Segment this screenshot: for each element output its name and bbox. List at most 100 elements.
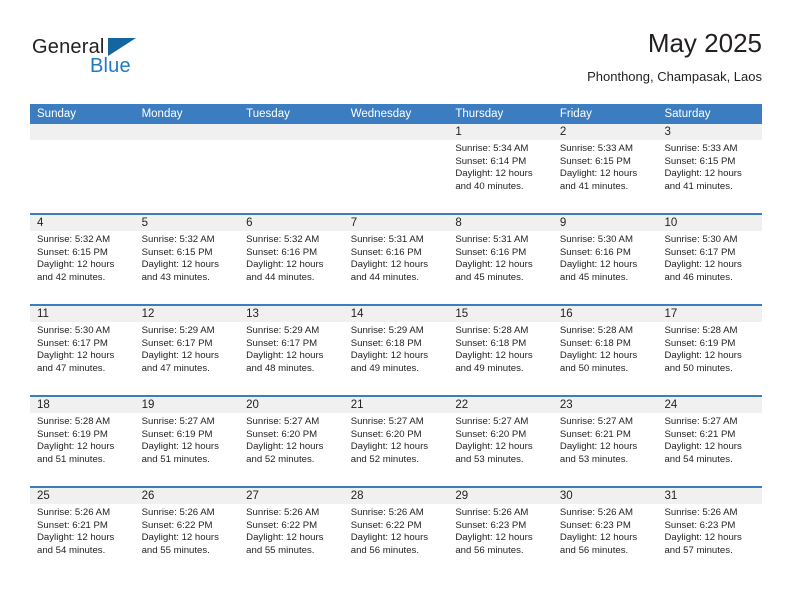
daylight-duration-line2: and 47 minutes. [141,362,210,374]
calendar-day-cell[interactable]: 23 Sunrise: 5:27 AM Sunset: 6:21 PM Dayligh… [552,397,658,486]
daylight-duration-line2: and 42 minutes. [37,271,106,283]
sunset-time: Sunset: 6:22 PM [141,519,213,531]
calendar-day-cell[interactable]: 27 Sunrise: 5:26 AM Sunset: 6:22 PM Dayligh… [239,488,344,577]
calendar-day-cell[interactable]: 3 Sunrise: 5:33 AM Sunset: 6:15 PM Daylight… [657,124,763,213]
sunrise-time: Sunrise: 5:27 AM [559,416,633,427]
daylight-duration-line1: Daylight: 12 hours [141,259,219,271]
sunrise-time: Sunrise: 5:30 AM [559,234,633,245]
calendar-day-cell[interactable]: 21 Sunrise: 5:27 AM Sunset: 6:20 PM Dayligh… [343,397,449,486]
daylight-duration-line1: Daylight: 12 hours [37,532,115,544]
daylight-duration-line1: Daylight: 12 hours [664,350,742,362]
calendar-day-cell[interactable]: 11 Sunrise: 5:30 AM Sunset: 6:17 PM Dayligh… [30,306,135,395]
sunrise-time: Sunrise: 5:27 AM [350,416,424,427]
calendar-day-cell[interactable]: 24 Sunrise: 5:27 AM Sunset: 6:21 PM Dayligh… [657,397,763,486]
day-details: Sunrise: 5:28 AM Sunset: 6:18 PM Daylight:… [448,322,553,375]
calendar-day-cell[interactable]: 29 Sunrise: 5:26 AM Sunset: 6:23 PM Dayligh… [448,488,553,577]
day-details: Sunrise: 5:26 AM Sunset: 6:22 PM Daylight:… [239,504,344,557]
daylight-duration-line2: and 52 minutes. [350,453,420,465]
day-details: Sunrise: 5:26 AM Sunset: 6:23 PM Daylight:… [448,504,553,557]
calendar-day-cell-empty [343,124,449,213]
day-number: 20 [239,397,344,413]
sunset-time: Sunset: 6:19 PM [141,428,213,440]
sunrise-time: Sunrise: 5:32 AM [37,234,111,245]
calendar-day-cell[interactable]: 30 Sunrise: 5:26 AM Sunset: 6:23 PM Dayligh… [552,488,658,577]
weekday-header-monday: Monday [141,108,183,120]
day-details: Sunrise: 5:26 AM Sunset: 6:23 PM Daylight:… [553,504,658,557]
daylight-duration-line1: Daylight: 12 hours [246,350,324,362]
general-blue-logo[interactable]: General Blue [30,36,210,84]
sunrise-time: Sunrise: 5:26 AM [37,507,111,518]
calendar-day-cell[interactable]: 15 Sunrise: 5:28 AM Sunset: 6:18 PM Dayligh… [448,306,553,395]
daylight-duration-line1: Daylight: 12 hours [664,259,742,271]
calendar-day-cell[interactable]: 10 Sunrise: 5:30 AM Sunset: 6:17 PM Dayligh… [657,215,763,304]
daylight-duration-line1: Daylight: 12 hours [559,259,638,271]
sunrise-time: Sunrise: 5:26 AM [455,507,529,518]
calendar-week-row: 11 Sunrise: 5:30 AM Sunset: 6:17 PM Dayligh… [30,304,763,395]
day-number: 7 [343,215,449,231]
calendar-day-cell[interactable]: 12 Sunrise: 5:29 AM Sunset: 6:17 PM Dayligh… [134,306,240,395]
calendar-day-cell[interactable]: 18 Sunrise: 5:28 AM Sunset: 6:19 PM Dayligh… [30,397,135,486]
daylight-duration-line2: and 49 minutes. [350,362,420,374]
daylight-duration-line1: Daylight: 12 hours [664,168,742,180]
sunrise-time: Sunrise: 5:29 AM [246,325,320,336]
daylight-duration-line1: Daylight: 12 hours [664,532,742,544]
calendar-day-cell[interactable]: 14 Sunrise: 5:29 AM Sunset: 6:18 PM Dayligh… [343,306,449,395]
daylight-duration-line1: Daylight: 12 hours [141,532,219,544]
sunset-time: Sunset: 6:16 PM [559,246,631,258]
daylight-duration-line2: and 43 minutes. [141,271,210,283]
calendar-day-cell[interactable]: 7 Sunrise: 5:31 AM Sunset: 6:16 PM Daylight… [343,215,449,304]
calendar-day-cell[interactable]: 31 Sunrise: 5:26 AM Sunset: 6:23 PM Dayligh… [657,488,763,577]
calendar-day-cell[interactable]: 6 Sunrise: 5:32 AM Sunset: 6:16 PM Daylight… [239,215,344,304]
location-subtitle: Phonthong, Champasak, Laos [587,69,762,84]
day-details: Sunrise: 5:31 AM Sunset: 6:16 PM Daylight:… [344,231,449,284]
daylight-duration-line2: and 48 minutes. [246,362,315,374]
daylight-duration-line2: and 53 minutes. [559,453,629,465]
daylight-duration-line2: and 47 minutes. [37,362,106,374]
calendar-day-cell[interactable]: 25 Sunrise: 5:26 AM Sunset: 6:21 PM Dayligh… [30,488,135,577]
calendar-day-cell[interactable]: 19 Sunrise: 5:27 AM Sunset: 6:19 PM Dayligh… [134,397,240,486]
day-number: 15 [448,306,553,322]
sunset-time: Sunset: 6:17 PM [141,337,213,349]
daylight-duration-line2: and 53 minutes. [455,453,524,465]
sunrise-time: Sunrise: 5:26 AM [664,507,738,518]
sunrise-time: Sunrise: 5:29 AM [350,325,424,336]
calendar-day-cell[interactable]: 16 Sunrise: 5:28 AM Sunset: 6:18 PM Dayligh… [552,306,658,395]
daylight-duration-line2: and 49 minutes. [455,362,524,374]
day-number [30,124,135,140]
day-details: Sunrise: 5:29 AM Sunset: 6:18 PM Daylight:… [344,322,449,375]
sunset-time: Sunset: 6:23 PM [664,519,736,531]
calendar-day-cell[interactable]: 2 Sunrise: 5:33 AM Sunset: 6:15 PM Daylight… [552,124,658,213]
sunset-time: Sunset: 6:23 PM [455,519,527,531]
day-details: Sunrise: 5:32 AM Sunset: 6:16 PM Daylight:… [239,231,344,284]
day-number: 1 [448,124,553,140]
page-title: May 2025 [647,28,762,58]
calendar-day-cell[interactable]: 28 Sunrise: 5:26 AM Sunset: 6:22 PM Dayligh… [343,488,449,577]
calendar-day-cell[interactable]: 9 Sunrise: 5:30 AM Sunset: 6:16 PM Daylight… [552,215,658,304]
calendar-day-cell[interactable]: 26 Sunrise: 5:26 AM Sunset: 6:22 PM Dayligh… [134,488,240,577]
calendar-day-cell[interactable]: 4 Sunrise: 5:32 AM Sunset: 6:15 PM Daylight… [30,215,135,304]
calendar-day-cell[interactable]: 17 Sunrise: 5:28 AM Sunset: 6:19 PM Dayligh… [657,306,763,395]
daylight-duration-line1: Daylight: 12 hours [664,441,742,453]
calendar-day-cell[interactable]: 22 Sunrise: 5:27 AM Sunset: 6:20 PM Dayligh… [448,397,553,486]
calendar-day-cell[interactable]: 20 Sunrise: 5:27 AM Sunset: 6:20 PM Dayligh… [239,397,344,486]
sunrise-time: Sunrise: 5:31 AM [350,234,424,245]
calendar-day-cell[interactable]: 1 Sunrise: 5:34 AM Sunset: 6:14 PM Daylight… [448,124,553,213]
day-number: 3 [657,124,763,140]
daylight-duration-line1: Daylight: 12 hours [455,441,533,453]
sunset-time: Sunset: 6:21 PM [37,519,108,531]
daylight-duration-line1: Daylight: 12 hours [455,532,533,544]
sunset-time: Sunset: 6:20 PM [455,428,527,440]
calendar-day-cell[interactable]: 5 Sunrise: 5:32 AM Sunset: 6:15 PM Daylight… [134,215,240,304]
calendar-day-cell[interactable]: 8 Sunrise: 5:31 AM Sunset: 6:16 PM Daylight… [448,215,553,304]
daylight-duration-line2: and 41 minutes. [664,180,733,192]
daylight-duration-line1: Daylight: 12 hours [246,532,324,544]
calendar-day-cell[interactable]: 13 Sunrise: 5:29 AM Sunset: 6:17 PM Dayligh… [239,306,344,395]
daylight-duration-line1: Daylight: 12 hours [559,350,638,362]
weekday-header-sunday: Sunday [37,108,77,120]
calendar-week-row: 1 Sunrise: 5:34 AM Sunset: 6:14 PM Daylight… [30,124,763,213]
day-number: 30 [552,488,658,504]
daylight-duration-line2: and 50 minutes. [664,362,733,374]
daylight-duration-line2: and 46 minutes. [664,271,733,283]
sunrise-time: Sunrise: 5:32 AM [246,234,320,245]
daylight-duration-line2: and 44 minutes. [246,271,315,283]
